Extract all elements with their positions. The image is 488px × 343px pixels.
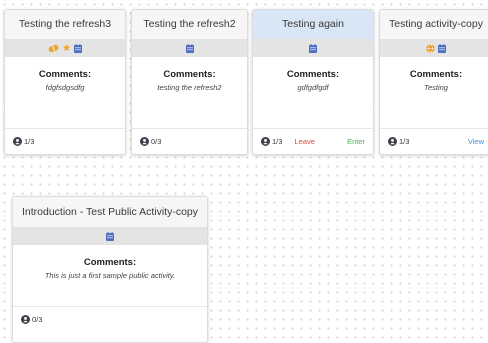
star-icon: ★	[62, 42, 71, 54]
card-body: Comments: This is just a first sample pu…	[13, 245, 207, 280]
participant-count: 1/3	[261, 137, 282, 146]
view-link[interactable]: View	[468, 137, 484, 146]
person-icon	[261, 137, 270, 146]
participant-count: 0/3	[140, 137, 161, 146]
participant-count: 1/3	[388, 137, 409, 146]
count-value: 0/3	[151, 137, 162, 146]
pill-icon	[48, 45, 59, 52]
activity-card[interactable]: Testing again Comments: gdfgdfgdf 1/3 Le…	[252, 9, 374, 155]
activity-card[interactable]: Testing the refresh3 ★ Comments: fdgfsdg…	[4, 9, 126, 155]
comments-label: Comments:	[163, 69, 216, 80]
participant-count: 1/3	[13, 137, 34, 146]
card-footer: 1/3	[5, 128, 125, 154]
person-icon	[140, 137, 149, 146]
person-icon	[13, 137, 22, 146]
card-icon-bar	[13, 228, 207, 245]
globe-icon	[426, 44, 435, 53]
card-title: Testing activity-copy	[380, 10, 488, 40]
calendar-icon	[106, 232, 114, 241]
leave-link[interactable]: Leave	[294, 137, 314, 146]
card-title: Testing again	[253, 10, 373, 40]
comments-text: Testing	[424, 83, 448, 92]
person-icon	[21, 315, 30, 324]
person-icon	[388, 137, 397, 146]
card-icon-bar	[253, 40, 373, 57]
activity-card[interactable]: Testing activity-copy Comments: Testing …	[379, 9, 488, 155]
comments-text: gdfgdfgdf	[297, 83, 329, 92]
activity-card[interactable]: Introduction - Test Public Activity-copy…	[12, 196, 208, 343]
comments-text: testing the refresh2	[157, 83, 222, 92]
card-icon-bar	[380, 40, 488, 57]
card-body: Comments: testing the refresh2	[132, 57, 247, 92]
activity-card[interactable]: Testing the refresh2 Comments: testing t…	[131, 9, 248, 155]
calendar-icon	[73, 44, 82, 53]
comments-text: This is just a first sample public activ…	[44, 271, 176, 280]
comments-text: fdgfsdgsdfg	[45, 83, 85, 92]
calendar-icon	[185, 44, 194, 53]
card-body: Comments: fdgfsdgsdfg	[5, 57, 125, 92]
card-title: Testing the refresh3	[5, 10, 125, 40]
card-footer: 0/3	[13, 306, 207, 332]
calendar-icon	[309, 44, 317, 53]
card-footer: 1/3 View	[380, 128, 488, 154]
card-icon-bar	[132, 40, 247, 57]
card-icon-bar: ★	[5, 40, 125, 57]
count-value: 1/3	[272, 137, 283, 146]
comments-label: Comments:	[286, 69, 340, 80]
comments-label: Comments:	[409, 69, 463, 80]
comments-label: Comments:	[83, 257, 137, 268]
card-title: Testing the refresh2	[132, 10, 247, 40]
card-footer: 1/3 Leave Enter	[253, 128, 373, 154]
enter-link[interactable]: Enter	[347, 137, 365, 146]
card-footer: 0/3	[132, 128, 247, 154]
card-body: Comments: gdfgdfgdf	[253, 57, 373, 92]
comments-label: Comments:	[38, 69, 92, 80]
card-title: Introduction - Test Public Activity-copy	[13, 197, 207, 228]
card-body: Comments: Testing	[380, 57, 488, 92]
calendar-icon	[438, 44, 446, 53]
participant-count: 0/3	[21, 315, 42, 324]
count-value: 0/3	[32, 315, 43, 324]
count-value: 1/3	[399, 137, 410, 146]
count-value: 1/3	[24, 137, 35, 146]
